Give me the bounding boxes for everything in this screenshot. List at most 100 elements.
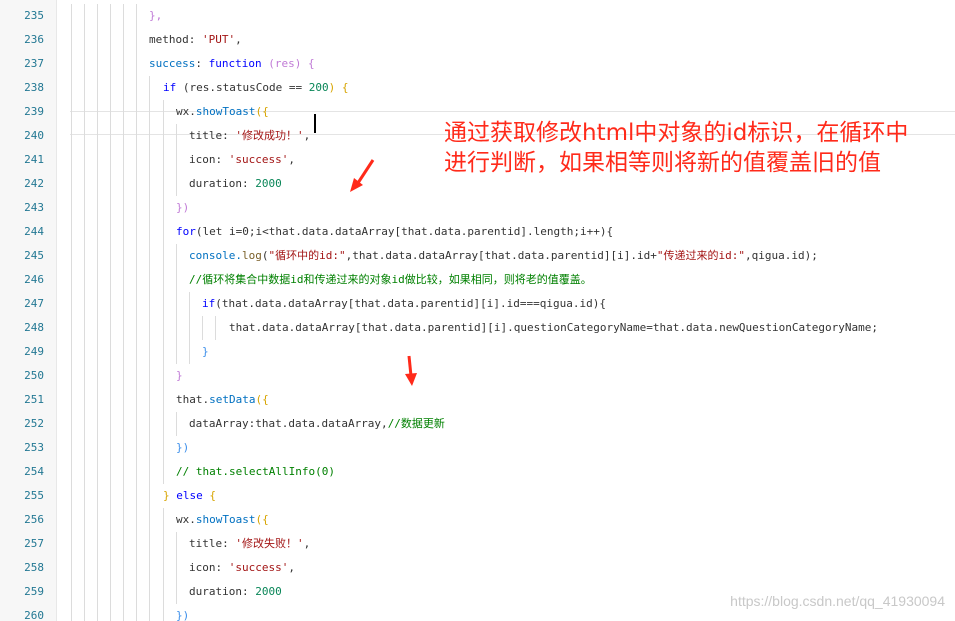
code-editor[interactable]: 235}, 236 method: 'PUT', 237 success: functi… [0, 0, 955, 621]
code-text[interactable]: console.log("循环中的id:",that.data.dataArra… [189, 244, 818, 268]
code-text[interactable]: }) [176, 604, 189, 621]
indent-guide [136, 76, 137, 100]
code-token: : [195, 57, 209, 70]
code-text[interactable]: for(let i=0;i<that.data.dataArray[that.d… [176, 220, 613, 244]
code-text[interactable]: that.data.dataArray[that.data.parentid][… [229, 316, 878, 340]
indent-guide [71, 268, 72, 292]
indent-guide [123, 532, 124, 556]
watermark: https://blog.csdn.net/qq_41930094 [730, 593, 945, 609]
code-line[interactable]: 251 that.setData({ [0, 388, 955, 412]
code-text[interactable]: method: 'PUT', [149, 28, 242, 52]
code-line[interactable]: 257 title: '修改失败！', [0, 532, 955, 556]
code-line[interactable]: 245 console.log("循环中的id:",that.data.dataA… [0, 244, 955, 268]
indent-guide [84, 580, 85, 604]
code-text[interactable]: //循环将集合中数据id和传递过来的对象id做比较，如果相同，则将老的值覆盖。 [189, 268, 592, 292]
code-text[interactable]: }) [176, 196, 189, 220]
code-line[interactable]: 254 // that.selectAllInfo(0) [0, 460, 955, 484]
line-number: 244 [24, 225, 44, 238]
line-number: 260 [24, 609, 44, 621]
indent-guide [71, 124, 72, 148]
indent-guide [110, 604, 111, 621]
indent-guide [136, 508, 137, 532]
code-token: , [235, 33, 242, 46]
code-text[interactable]: } [176, 364, 183, 388]
code-line[interactable]: 255 } else { [0, 484, 955, 508]
code-line[interactable]: 248 that.data.dataArray[that.data.parenti… [0, 316, 955, 340]
code-line[interactable]: 243}) [0, 196, 955, 220]
annotation-text: 通过获取修改html中对象的id标识，在循环中 进行判断，如果相等则将新的值覆盖… [444, 118, 954, 178]
indent-guide [71, 148, 72, 172]
code-text[interactable]: icon: 'success', [189, 556, 295, 580]
code-line[interactable]: 258 icon: 'success', [0, 556, 955, 580]
indent-guide [71, 196, 72, 220]
line-number: 248 [24, 321, 44, 334]
indent-guide [71, 244, 72, 268]
code-text[interactable]: if (res.statusCode == 200) { [163, 76, 348, 100]
code-text[interactable]: duration: 2000 [189, 580, 282, 604]
indent-guide [97, 460, 98, 484]
indent-guide [176, 124, 177, 148]
indent-guide [97, 268, 98, 292]
code-token: : [188, 33, 202, 46]
code-token: : [241, 177, 256, 190]
code-token: "循环中的id:" [268, 249, 346, 262]
code-text[interactable]: }) [176, 436, 189, 460]
code-line[interactable]: 247 if(that.data.dataArray[that.data.pare… [0, 292, 955, 316]
indent-guide [71, 76, 72, 100]
code-text[interactable]: title: '修改失败！', [189, 532, 310, 556]
code-token: 2000 [255, 585, 282, 598]
indent-guide [110, 412, 111, 436]
code-text[interactable]: if(that.data.dataArray[that.data.parenti… [202, 292, 606, 316]
indent-guide [149, 196, 150, 220]
code-line[interactable]: 252 dataArray:that.data.dataArray,//数据更新 [0, 412, 955, 436]
indent-guide [71, 52, 72, 76]
code-token: } [176, 369, 183, 382]
indent-guide [71, 604, 72, 621]
line-number: 255 [24, 489, 44, 502]
code-text[interactable]: dataArray:that.data.dataArray,//数据更新 [189, 412, 445, 436]
code-text[interactable]: icon: 'success', [189, 148, 295, 172]
code-text[interactable]: success: function (res) { [149, 52, 315, 76]
code-token: 'PUT' [202, 33, 236, 46]
code-text[interactable]: wx.showToast({ [176, 508, 269, 532]
code-text[interactable]: title: '修改成功！', [189, 124, 310, 148]
code-line[interactable]: 235}, [0, 4, 955, 28]
code-text[interactable]: }, [149, 4, 162, 28]
code-line[interactable]: 246 //循环将集合中数据id和传递过来的对象id做比较，如果相同，则将老的值覆… [0, 268, 955, 292]
indent-guide [110, 124, 111, 148]
indent-guide [149, 340, 150, 364]
code-line[interactable]: 256 wx.showToast({ [0, 508, 955, 532]
code-text[interactable]: duration: 2000 [189, 172, 282, 196]
line-number: 252 [24, 417, 44, 430]
indent-guide [163, 580, 164, 604]
indent-guide [189, 340, 190, 364]
code-line[interactable]: 238 if (res.statusCode == 200) { [0, 76, 955, 100]
code-token: // that.selectAllInfo(0) [176, 465, 335, 478]
indent-guide [163, 532, 164, 556]
indent-guide [136, 436, 137, 460]
code-line[interactable]: 250} [0, 364, 955, 388]
code-line[interactable]: 249} [0, 340, 955, 364]
code-line[interactable]: 237 success: function (res) { [0, 52, 955, 76]
code-text[interactable]: } else { [163, 484, 216, 508]
indent-guide [110, 52, 111, 76]
code-line[interactable]: 236 method: 'PUT', [0, 28, 955, 52]
code-text[interactable]: that.setData({ [176, 388, 269, 412]
code-text[interactable]: // that.selectAllInfo(0) [176, 460, 335, 484]
indent-guide [136, 532, 137, 556]
indent-guide [71, 364, 72, 388]
indent-guide [110, 556, 111, 580]
indent-guide [136, 148, 137, 172]
code-token: } [163, 489, 177, 502]
indent-guide [149, 148, 150, 172]
indent-guide [84, 268, 85, 292]
indent-guide [123, 4, 124, 28]
indent-guide [163, 124, 164, 148]
code-token: setData [209, 393, 256, 406]
code-text[interactable]: } [202, 340, 209, 364]
indent-guide [84, 28, 85, 52]
code-line[interactable]: 244 for(let i=0;i<that.data.dataArray[tha… [0, 220, 955, 244]
code-text[interactable]: wx.showToast({ [176, 100, 269, 124]
code-line[interactable]: 253}) [0, 436, 955, 460]
indent-guide [123, 364, 124, 388]
